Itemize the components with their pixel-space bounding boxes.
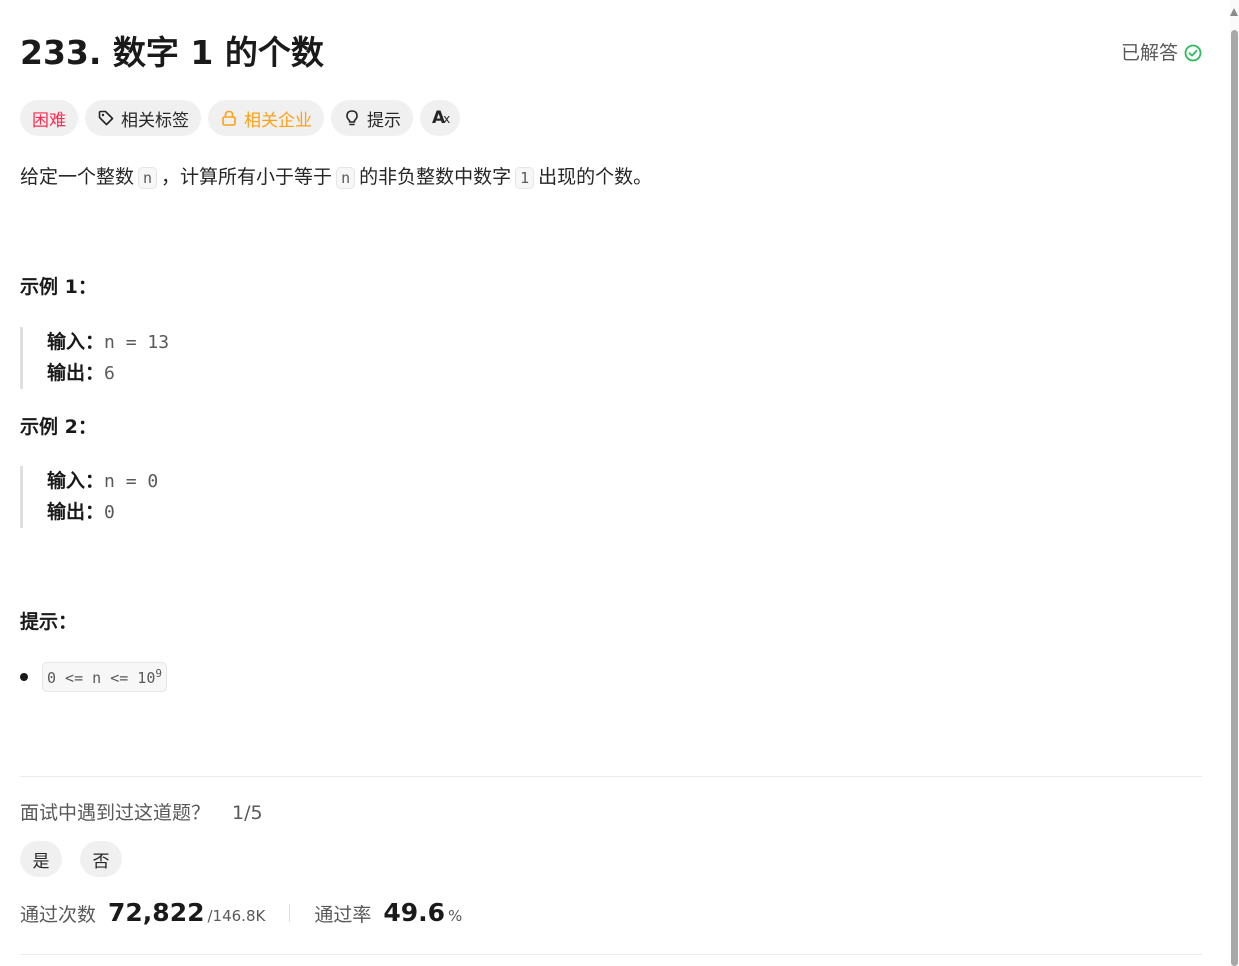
solved-label: 已解答 bbox=[1120, 42, 1178, 64]
acceptance-rate-unit: % bbox=[448, 907, 463, 925]
interview-count: 1/5 bbox=[232, 802, 263, 824]
input-value: n = 0 bbox=[104, 471, 159, 492]
difficulty-badge: 困难 bbox=[20, 100, 78, 136]
check-circle-icon bbox=[1184, 44, 1202, 62]
divider bbox=[20, 776, 1202, 777]
statement-part-3: 的非负整数中数字 bbox=[359, 166, 512, 188]
yes-button[interactable]: 是 bbox=[20, 841, 62, 877]
code-1: 1 bbox=[515, 167, 535, 189]
example-1-title: 示例 1： bbox=[20, 276, 97, 298]
scroll-up-arrow-icon[interactable] bbox=[1230, 8, 1238, 16]
example-1-block: 输入：n = 13 输出：6 bbox=[20, 327, 447, 389]
submission-stats: 通过次数 72,822 /146.8K 通过率 49.6 % bbox=[20, 898, 462, 927]
output-label: 输出： bbox=[47, 501, 105, 523]
problem-tags: 困难 相关标签 相关企业 提示 Ax bbox=[20, 100, 461, 136]
input-label: 输入： bbox=[47, 470, 105, 492]
scrollbar-thumb[interactable] bbox=[1231, 30, 1238, 966]
related-companies-button[interactable]: 相关企业 bbox=[208, 100, 324, 136]
output-value: 0 bbox=[104, 502, 115, 523]
hint-label: 提示 bbox=[367, 110, 401, 131]
interview-answer-buttons: 是 否 bbox=[20, 841, 122, 877]
scrollbar[interactable] bbox=[1230, 0, 1239, 966]
example-1-input: 输入：n = 13 bbox=[47, 327, 447, 358]
acceptance-rate-value: 49.6 bbox=[383, 898, 446, 927]
problem-page: 233. 数字 1 的个数 已解答 困难 相关标签 相关企业 提示 Ax 给定一… bbox=[0, 0, 1239, 966]
output-label: 输出： bbox=[47, 362, 105, 384]
constraint-code: 0 <= n <= 109 bbox=[42, 662, 167, 692]
statement-part-4: 出现的个数。 bbox=[538, 166, 653, 188]
difficulty-label: 困难 bbox=[32, 110, 66, 131]
constraints-title: 提示： bbox=[20, 611, 78, 633]
bullet bbox=[20, 673, 28, 681]
statement-part-1: 给定一个整数 bbox=[20, 166, 135, 188]
related-tags-button[interactable]: 相关标签 bbox=[85, 100, 201, 136]
acceptance-rate-label: 通过率 bbox=[314, 904, 372, 926]
code-n-2: n bbox=[336, 167, 356, 189]
translate-icon-a: A bbox=[432, 108, 445, 128]
problem-title[interactable]: 233. 数字 1 的个数 bbox=[20, 30, 324, 76]
tag-icon bbox=[97, 109, 115, 127]
example-2-block: 输入：n = 0 输出：0 bbox=[20, 466, 447, 528]
interview-question: 面试中遇到过这道题？ 1/5 bbox=[20, 800, 263, 826]
divider-bottom bbox=[20, 954, 1202, 955]
lock-icon bbox=[220, 109, 238, 127]
translate-icon-x: x bbox=[443, 112, 450, 126]
related-tags-label: 相关标签 bbox=[121, 110, 189, 131]
constraint-base: 0 <= n <= 10 bbox=[47, 669, 156, 687]
output-value: 6 bbox=[104, 363, 115, 384]
stat-separator bbox=[289, 903, 291, 922]
solved-status: 已解答 bbox=[1121, 40, 1202, 66]
lightbulb-icon bbox=[343, 109, 361, 127]
example-2-title: 示例 2： bbox=[20, 416, 97, 438]
statement-part-2: ，计算所有小于等于 bbox=[161, 166, 333, 188]
accepted-label: 通过次数 bbox=[20, 904, 97, 926]
example-2-input: 输入：n = 0 bbox=[47, 466, 447, 497]
title-row: 233. 数字 1 的个数 已解答 bbox=[20, 30, 1202, 76]
code-n: n bbox=[138, 167, 158, 189]
problem-statement: 给定一个整数 n ，计算所有小于等于 n 的非负整数中数字 1 出现的个数。 bbox=[20, 162, 652, 193]
input-label: 输入： bbox=[47, 331, 105, 353]
constraint-item: 0 <= n <= 109 bbox=[20, 662, 167, 692]
translate-button[interactable]: Ax bbox=[420, 100, 461, 136]
submissions-value: /146.8K bbox=[207, 907, 266, 925]
no-button[interactable]: 否 bbox=[80, 841, 122, 877]
input-value: n = 13 bbox=[104, 332, 170, 353]
interview-question-label: 面试中遇到过这道题？ bbox=[20, 802, 211, 824]
hint-button[interactable]: 提示 bbox=[331, 100, 413, 136]
related-companies-label: 相关企业 bbox=[244, 110, 312, 131]
example-2-output: 输出：0 bbox=[47, 497, 447, 528]
constraint-exponent: 9 bbox=[155, 667, 162, 680]
translate-icon: Ax bbox=[432, 108, 450, 128]
accepted-value: 72,822 bbox=[108, 898, 205, 927]
example-1-output: 输出：6 bbox=[47, 358, 447, 389]
